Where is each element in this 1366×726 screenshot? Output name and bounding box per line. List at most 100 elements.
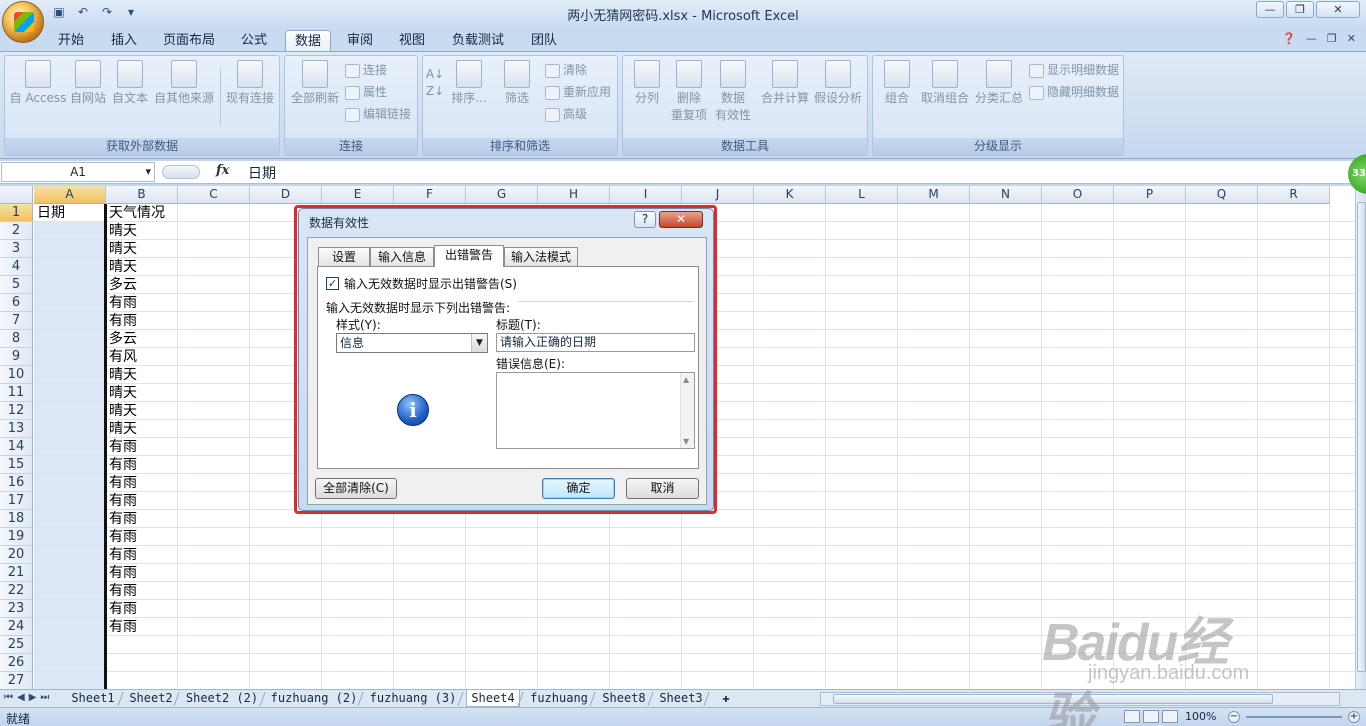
sort-ascending-button[interactable]: A↓ Z↓ xyxy=(425,66,445,100)
row-header-11[interactable]: 11 xyxy=(0,384,33,402)
row-header-5[interactable]: 5 xyxy=(0,276,33,294)
cell-b9[interactable]: 有风 xyxy=(106,348,137,366)
hide-detail-button[interactable]: 隐藏明细数据 xyxy=(1029,82,1119,102)
what-if-analysis-button[interactable]: 假设分析 xyxy=(811,60,865,107)
office-button[interactable] xyxy=(2,1,44,43)
clear-all-button[interactable]: 全部清除(C) xyxy=(315,478,397,499)
row-header-13[interactable]: 13 xyxy=(0,420,33,438)
page-layout-view-icon[interactable] xyxy=(1143,710,1159,723)
tab-load-test[interactable]: 负载测试 xyxy=(446,30,510,52)
minimize-button[interactable]: — xyxy=(1256,1,1284,18)
sheet-tab-fuzhuang[interactable]: fuzhuang xyxy=(526,690,592,707)
column-header-n[interactable]: N xyxy=(970,186,1042,204)
vertical-scroll-thumb[interactable] xyxy=(1357,202,1366,672)
edit-links-button[interactable]: 编辑链接 xyxy=(345,104,411,124)
column-header-c[interactable]: C xyxy=(178,186,250,204)
ungroup-button[interactable]: 取消组合 xyxy=(917,60,973,107)
column-header-p[interactable]: P xyxy=(1114,186,1186,204)
row-header-18[interactable]: 18 xyxy=(0,510,33,528)
from-access-button[interactable]: 自 Access xyxy=(7,60,69,107)
filter-button[interactable]: 筛选 xyxy=(499,60,535,107)
row-header-9[interactable]: 9 xyxy=(0,348,33,366)
row-header-19[interactable]: 19 xyxy=(0,528,33,546)
scroll-down-icon[interactable]: ▼ xyxy=(683,437,689,446)
cell-b19[interactable]: 有雨 xyxy=(106,528,137,546)
cell-b18[interactable]: 有雨 xyxy=(106,510,137,528)
help-icon[interactable]: ❓ xyxy=(1282,32,1296,45)
from-web-button[interactable]: 自网站 xyxy=(67,60,109,107)
consolidate-button[interactable]: 合并计算 xyxy=(759,60,811,107)
error-message-textarea[interactable]: ▲ ▼ xyxy=(496,372,695,449)
cell-b15[interactable]: 有雨 xyxy=(106,456,137,474)
tab-insert[interactable]: 插入 xyxy=(104,30,144,52)
row-header-16[interactable]: 16 xyxy=(0,474,33,492)
cell-b5[interactable]: 多云 xyxy=(106,276,137,294)
row-header-17[interactable]: 17 xyxy=(0,492,33,510)
horizontal-scroll-thumb[interactable] xyxy=(833,694,1273,704)
ribbon-minimize-icon[interactable]: — xyxy=(1306,32,1317,45)
tab-review[interactable]: 审阅 xyxy=(340,30,380,52)
row-header-15[interactable]: 15 xyxy=(0,456,33,474)
row-header-21[interactable]: 21 xyxy=(0,564,33,582)
row-header-1[interactable]: 1 xyxy=(0,204,33,222)
row-header-10[interactable]: 10 xyxy=(0,366,33,384)
sheet-tab-sheet3[interactable]: Sheet3 xyxy=(656,690,706,707)
sheet-tab-fuzhuang-3[interactable]: fuzhuang (3) xyxy=(366,690,460,707)
cell-b12[interactable]: 晴天 xyxy=(106,402,137,420)
column-header-i[interactable]: I xyxy=(610,186,682,204)
row-header-12[interactable]: 12 xyxy=(0,402,33,420)
row-header-22[interactable]: 22 xyxy=(0,582,33,600)
cell-b16[interactable]: 有雨 xyxy=(106,474,137,492)
row-header-26[interactable]: 26 xyxy=(0,654,33,672)
cell-b24[interactable]: 有雨 xyxy=(106,618,137,636)
cell-b23[interactable]: 有雨 xyxy=(106,600,137,618)
column-header-g[interactable]: G xyxy=(466,186,538,204)
dialog-close-button[interactable]: ✕ xyxy=(659,211,703,228)
properties-button[interactable]: 属性 xyxy=(345,82,387,102)
ribbon-close-icon[interactable]: ✕ xyxy=(1347,32,1356,45)
insert-function-icon[interactable]: fx xyxy=(216,163,229,178)
cell-b22[interactable]: 有雨 xyxy=(106,582,137,600)
sort-button[interactable]: 排序... xyxy=(449,60,489,107)
zoom-out-icon[interactable]: − xyxy=(1228,711,1240,723)
remove-duplicates-button[interactable]: 删除 重复项 xyxy=(667,60,711,124)
last-sheet-icon[interactable]: ⏭ xyxy=(40,692,49,703)
data-validation-button[interactable]: 数据 有效性 xyxy=(711,60,755,124)
row-header-14[interactable]: 14 xyxy=(0,438,33,456)
formula-input[interactable]: 日期 xyxy=(248,163,276,183)
row-header-25[interactable]: 25 xyxy=(0,636,33,654)
row-header-23[interactable]: 23 xyxy=(0,600,33,618)
prev-sheet-icon[interactable]: ◀ xyxy=(17,692,25,703)
reapply-button[interactable]: 重新应用 xyxy=(545,82,611,102)
sheet-tab-sheet2-2[interactable]: Sheet2 (2) xyxy=(182,690,262,707)
horizontal-scrollbar[interactable] xyxy=(820,692,1340,706)
row-header-3[interactable]: 3 xyxy=(0,240,33,258)
row-header-8[interactable]: 8 xyxy=(0,330,33,348)
column-header-e[interactable]: E xyxy=(322,186,394,204)
column-header-b[interactable]: B xyxy=(106,186,178,204)
cell-b13[interactable]: 晴天 xyxy=(106,420,137,438)
column-header-j[interactable]: J xyxy=(682,186,754,204)
row-header-6[interactable]: 6 xyxy=(0,294,33,312)
dropdown-arrow-icon[interactable]: ▼ xyxy=(471,334,487,352)
sheet-tab-sheet8[interactable]: Sheet8 xyxy=(598,690,650,707)
normal-view-icon[interactable] xyxy=(1124,710,1140,723)
textarea-scrollbar[interactable]: ▲ ▼ xyxy=(680,373,694,448)
column-header-r[interactable]: R xyxy=(1258,186,1330,204)
sheet-tab-sheet1[interactable]: Sheet1 xyxy=(66,690,120,707)
show-error-alert-option[interactable]: ✓ 输入无效数据时显示出错警告(S) xyxy=(326,275,517,292)
cell-b10[interactable]: 晴天 xyxy=(106,366,137,384)
show-error-alert-checkbox[interactable]: ✓ xyxy=(326,277,339,290)
next-sheet-icon[interactable]: ▶ xyxy=(29,692,37,703)
from-other-sources-button[interactable]: 自其他来源 xyxy=(151,60,217,107)
cancel-button[interactable]: 取消 xyxy=(626,478,699,499)
column-header-f[interactable]: F xyxy=(394,186,466,204)
ribbon-restore-icon[interactable]: ❐ xyxy=(1327,32,1337,45)
column-header-o[interactable]: O xyxy=(1042,186,1114,204)
cell-b3[interactable]: 晴天 xyxy=(106,240,137,258)
formula-bar-resize-handle[interactable] xyxy=(162,165,200,179)
scroll-up-icon[interactable]: ▲ xyxy=(683,375,689,384)
dialog-help-button[interactable]: ? xyxy=(634,211,656,228)
column-header-h[interactable]: H xyxy=(538,186,610,204)
tab-formulas[interactable]: 公式 xyxy=(233,30,275,52)
